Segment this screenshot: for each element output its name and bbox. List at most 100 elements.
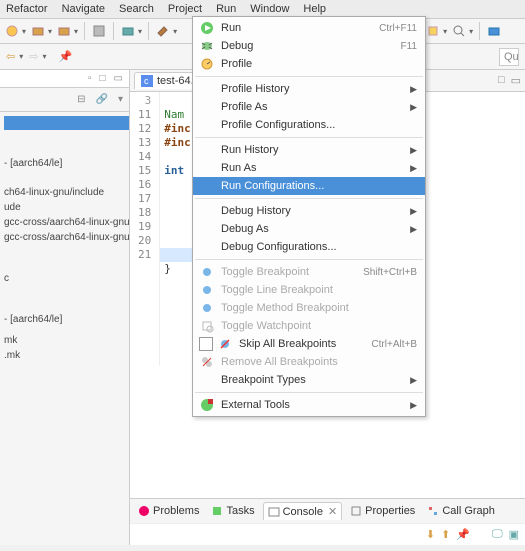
menu-run[interactable]: Run <box>216 3 236 15</box>
menu-refactor[interactable]: Refactor <box>6 3 48 15</box>
pin-console-icon[interactable]: 📌 <box>456 528 470 541</box>
back-icon[interactable]: ⇦ <box>6 50 15 63</box>
menu-project[interactable]: Project <box>168 3 202 15</box>
menu-item-skip-all-breakpoints[interactable]: Skip All BreakpointsCtrl+Alt+B <box>193 335 425 353</box>
profile-icon <box>199 56 215 72</box>
pin-icon[interactable]: 📌 <box>58 50 72 63</box>
tree-row[interactable]: .mk <box>4 348 129 363</box>
forward-icon[interactable]: ⇨ <box>29 50 38 63</box>
menu-item-run-history[interactable]: Run History▶ <box>193 141 425 159</box>
display-icon[interactable]: 🖵 <box>492 528 503 541</box>
tab-problems[interactable]: Problems <box>134 503 203 519</box>
viewmenu2-icon[interactable]: ▾ <box>118 94 123 105</box>
menu-item-toggle-breakpoint: Toggle BreakpointShift+Ctrl+B <box>193 263 425 281</box>
folder-icon[interactable] <box>30 23 46 39</box>
blank-icon <box>199 239 215 255</box>
menu-item-label: Profile Configurations... <box>221 119 417 131</box>
minimize-icon[interactable]: □ <box>498 74 505 87</box>
tab-console[interactable]: Console ✕ <box>263 502 343 520</box>
link-icon[interactable]: 🔗 <box>96 94 108 105</box>
folder3-icon[interactable] <box>486 23 502 39</box>
menu-item-run-as[interactable]: Run As▶ <box>193 159 425 177</box>
dropdown-icon[interactable]: ▾ <box>173 27 177 36</box>
scroll-up-icon[interactable]: ⬆ <box>441 528 450 541</box>
menu-item-accel: Ctrl+F11 <box>379 23 417 34</box>
search-icon[interactable] <box>451 23 467 39</box>
menu-item-profile-configurations[interactable]: Profile Configurations... <box>193 116 425 134</box>
scroll-down-icon[interactable]: ⬇ <box>426 528 435 541</box>
menu-item-debug-configurations[interactable]: Debug Configurations... <box>193 238 425 256</box>
wp-icon <box>199 318 215 334</box>
camera-icon[interactable] <box>120 23 136 39</box>
dropdown-icon[interactable]: ▾ <box>48 27 52 36</box>
menu-item-label: Skip All Breakpoints <box>239 338 371 350</box>
menu-item-label: Breakpoint Types <box>221 374 404 386</box>
menu-navigate[interactable]: Navigate <box>62 3 105 15</box>
maximize-icon[interactable]: ▭ <box>114 73 123 84</box>
submenu-arrow-icon: ▶ <box>410 224 417 235</box>
tab-callgraph[interactable]: Call Graph <box>423 503 499 519</box>
minimize-icon[interactable]: □ <box>100 73 106 84</box>
console-toolbar: ⬇ ⬆ 📌 🖵 ▣ <box>130 523 525 545</box>
hammer-icon[interactable] <box>155 23 171 39</box>
menu-item-label: Run Configurations... <box>221 180 417 192</box>
menu-item-label: Profile As <box>221 101 404 113</box>
dropdown-icon[interactable]: ▾ <box>469 27 473 36</box>
menu-item-breakpoint-types[interactable]: Breakpoint Types ▶ <box>193 371 425 389</box>
tree-row[interactable]: ch64-linux-gnu/include <box>4 185 129 200</box>
problems-icon <box>138 505 150 517</box>
menu-item-profile[interactable]: Profile <box>193 55 425 73</box>
menu-item-debug-history[interactable]: Debug History▶ <box>193 202 425 220</box>
menu-search[interactable]: Search <box>119 3 154 15</box>
tree-row[interactable]: mk <box>4 333 129 348</box>
tree-row[interactable]: - [aarch64/le] <box>4 312 129 327</box>
dropdown-icon[interactable]: ▾ <box>22 27 26 36</box>
maximize-icon[interactable]: ▭ <box>511 74 521 87</box>
blank-icon <box>199 372 215 388</box>
menu-item-debug-as[interactable]: Debug As ▶ <box>193 220 425 238</box>
menu-item-external-tools[interactable]: External Tools▶ <box>193 396 425 414</box>
menu-item-run[interactable]: RunCtrl+F11 <box>193 19 425 37</box>
menu-item-debug[interactable]: DebugF11 <box>193 37 425 55</box>
menu-item-label: Toggle Breakpoint <box>221 266 363 278</box>
tree-row[interactable]: ude <box>4 200 129 215</box>
tab-tasks[interactable]: Tasks <box>207 503 258 519</box>
blank-icon <box>199 203 215 219</box>
tree-row[interactable]: - [aarch64/le] <box>4 156 129 171</box>
bottom-view-tabs: Problems Tasks Console ✕ Properties Call… <box>130 498 525 523</box>
save-icon[interactable] <box>91 23 107 39</box>
folder2-icon[interactable] <box>56 23 72 39</box>
menu-item-run-configurations[interactable]: Run Configurations... <box>193 177 425 195</box>
tree-selected-item[interactable] <box>4 116 129 130</box>
menu-item-accel: F11 <box>401 41 418 52</box>
submenu-arrow-icon: ▶ <box>410 375 417 386</box>
close-icon[interactable]: ✕ <box>328 505 337 518</box>
tab-properties[interactable]: Properties <box>346 503 419 519</box>
quick-access-input[interactable]: Qu <box>499 48 519 66</box>
brush-icon[interactable] <box>425 23 441 39</box>
svg-text:c: c <box>144 76 149 86</box>
dropdown-icon[interactable]: ▾ <box>74 27 78 36</box>
view-menu-icon[interactable]: ▫ <box>88 73 92 84</box>
terminal-icon[interactable]: ▣ <box>509 528 519 541</box>
menu-window[interactable]: Window <box>250 3 289 15</box>
dropdown-icon[interactable]: ▾ <box>42 52 46 61</box>
dropdown-icon[interactable]: ▾ <box>138 27 142 36</box>
menu-help[interactable]: Help <box>303 3 326 15</box>
tree-row[interactable]: gcc-cross/aarch64-linux-gnu <box>4 215 129 230</box>
tree-row[interactable]: c <box>4 271 129 286</box>
tree-row[interactable]: gcc-cross/aarch64-linux-gnu <box>4 230 129 245</box>
submenu-arrow-icon: ▶ <box>410 145 417 156</box>
menu-item-profile-history[interactable]: Profile History▶ <box>193 80 425 98</box>
collapse-icon[interactable]: ⊟ <box>77 94 85 105</box>
dropdown-icon[interactable]: ▾ <box>19 52 23 61</box>
menu-item-label: Debug As <box>221 223 404 235</box>
menu-item-label: Debug <box>221 40 401 52</box>
new-icon[interactable] <box>4 23 20 39</box>
dropdown-icon[interactable]: ▾ <box>443 27 447 36</box>
menu-item-accel: Shift+Ctrl+B <box>363 267 417 278</box>
menu-item-label: Toggle Line Breakpoint <box>221 284 417 296</box>
blank-icon <box>199 81 215 97</box>
menu-item-profile-as[interactable]: Profile As▶ <box>193 98 425 116</box>
menu-item-label: Run As <box>221 162 404 174</box>
